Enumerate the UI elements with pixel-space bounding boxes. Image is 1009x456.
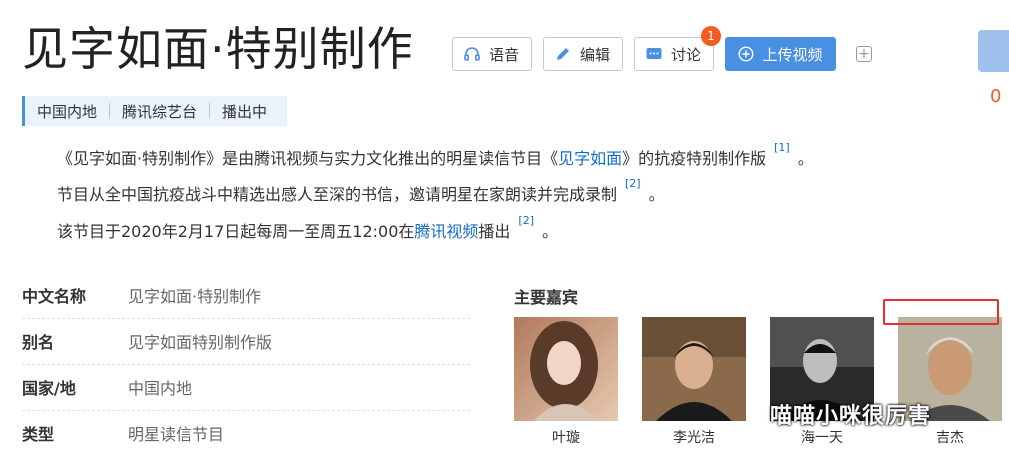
info-row-type: 类型 明星读信节目 bbox=[22, 410, 470, 456]
voice-button[interactable]: 语音 bbox=[452, 37, 533, 71]
tag-item[interactable]: 中国内地 bbox=[35, 101, 109, 122]
summary-text: 节目从全中国抗疫战斗中精选出感人至深的书信，邀请明星在家朗读并完成录制 bbox=[57, 185, 618, 204]
summary-text: 播出 bbox=[478, 222, 511, 241]
summary-paragraph-2: 节目从全中国抗疫战斗中精选出感人至深的书信，邀请明星在家朗读并完成录制 [2] 。 bbox=[57, 177, 665, 205]
guest-name[interactable]: 吉杰 bbox=[898, 427, 1002, 447]
watermark-text: 喵喵小咪很厉害 bbox=[770, 404, 932, 429]
upload-video-button[interactable]: 上传视频 bbox=[725, 37, 836, 71]
link-tencent-video[interactable]: 腾讯视频 bbox=[414, 222, 478, 241]
info-key: 国家/地 bbox=[22, 379, 76, 398]
tag-bar: 中国内地 腾讯综艺台 播出中 bbox=[22, 96, 288, 126]
thumbs-up-icon[interactable] bbox=[978, 30, 1009, 72]
info-value: 明星读信节目 bbox=[128, 425, 225, 444]
upload-video-label: 上传视频 bbox=[762, 45, 823, 64]
plus-circle-icon bbox=[738, 46, 754, 62]
add-icon[interactable]: + bbox=[856, 46, 872, 62]
info-value: 中国内地 bbox=[128, 379, 193, 398]
highlight-box bbox=[883, 299, 999, 325]
voice-button-label: 语音 bbox=[489, 45, 520, 64]
headphones-icon bbox=[463, 45, 481, 63]
like-count: 0 bbox=[990, 86, 1002, 107]
summary-text: 。 bbox=[797, 149, 814, 168]
chat-icon bbox=[645, 45, 663, 63]
info-key: 中文名称 bbox=[22, 287, 87, 306]
info-row-chinese-name: 中文名称 见字如面·特别制作 bbox=[22, 272, 470, 319]
pencil-icon bbox=[554, 45, 572, 63]
info-row-country: 国家/地 中国内地 bbox=[22, 364, 470, 411]
guest-photo[interactable] bbox=[642, 317, 746, 421]
guest-name[interactable]: 海一天 bbox=[770, 427, 874, 447]
tag-item[interactable]: 播出中 bbox=[210, 101, 279, 122]
guest-card[interactable]: 叶璇 bbox=[514, 317, 618, 447]
edit-button-label: 编辑 bbox=[580, 45, 611, 64]
summary-text: 《见字如面·特别制作》是由腾讯视频与实力文化推出的明星读信节目《 bbox=[57, 149, 559, 168]
info-value: 见字如面·特别制作 bbox=[128, 287, 262, 306]
info-key: 类型 bbox=[22, 425, 55, 444]
guest-name[interactable]: 李光洁 bbox=[642, 427, 746, 447]
reference-link[interactable]: [2] bbox=[625, 177, 641, 190]
tag-item[interactable]: 腾讯综艺台 bbox=[110, 101, 209, 122]
guest-photo[interactable] bbox=[514, 317, 618, 421]
guest-card[interactable]: 李光洁 bbox=[642, 317, 746, 447]
summary-text: 。 bbox=[648, 185, 665, 204]
guest-name[interactable]: 叶璇 bbox=[514, 427, 618, 447]
summary-text: 》的抗疫特别制作版 bbox=[622, 149, 767, 168]
discuss-count-badge: 1 bbox=[701, 26, 721, 46]
page-title: 见字如面·特别制作 bbox=[22, 22, 414, 76]
link-jianziru-mian[interactable]: 见字如面 bbox=[558, 149, 622, 168]
guests-title: 主要嘉宾 bbox=[514, 288, 579, 307]
reference-link[interactable]: [1] bbox=[774, 141, 790, 154]
summary-text: 。 bbox=[542, 222, 559, 241]
info-key: 别名 bbox=[22, 333, 55, 352]
summary-paragraph-1: 《见字如面·特别制作》是由腾讯视频与实力文化推出的明星读信节目《见字如面》的抗疫… bbox=[57, 141, 814, 169]
discuss-button[interactable]: 讨论 bbox=[634, 37, 715, 71]
info-row-alias: 别名 见字如面特别制作版 bbox=[22, 318, 470, 365]
reference-link[interactable]: [2] bbox=[518, 214, 534, 227]
summary-text: 该节目于2020年2月17日起每周一至周五12:00在 bbox=[57, 222, 415, 241]
discuss-button-label: 讨论 bbox=[671, 45, 702, 64]
summary-paragraph-3: 该节目于2020年2月17日起每周一至周五12:00在腾讯视频播出 [2] 。 bbox=[57, 214, 559, 242]
info-value: 见字如面特别制作版 bbox=[128, 333, 273, 352]
edit-button[interactable]: 编辑 bbox=[543, 37, 624, 71]
